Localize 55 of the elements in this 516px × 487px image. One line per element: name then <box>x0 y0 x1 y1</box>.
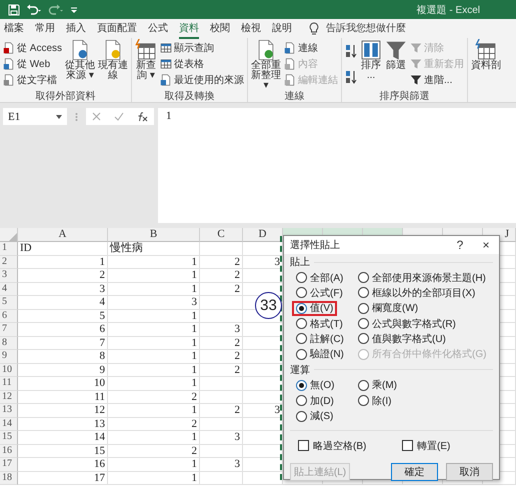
window-title: 複選題 - Excel <box>416 4 480 16</box>
table-cell: 2 <box>108 444 200 458</box>
table-cell: 11 <box>18 390 108 404</box>
table-cell: 1 <box>108 364 200 377</box>
table-cell: 1 <box>108 404 200 418</box>
section-label: 貼上 <box>290 256 310 269</box>
table-cell: 14 <box>18 431 108 444</box>
table-cell: 慢性病 <box>108 242 200 256</box>
table-cell: 7 <box>18 336 108 350</box>
table-cell: 1 <box>108 336 200 350</box>
step-callout: 33 <box>255 292 282 319</box>
table-cell: 1 <box>108 256 200 269</box>
table-cell: 2 <box>18 269 108 282</box>
table-cell: 1 <box>108 472 200 485</box>
table-cell: 6 <box>18 323 108 336</box>
table-cell: 4 <box>18 296 108 310</box>
table-cell: 1 <box>108 269 200 282</box>
table-cell: 2 <box>200 336 243 350</box>
table-cell: 2 <box>108 390 200 404</box>
table-cell: 12 <box>18 404 108 418</box>
table-cell: 1 <box>108 282 200 296</box>
table-cell: 17 <box>18 472 108 485</box>
table-cell: 2 <box>200 350 243 364</box>
table-cell: 3 <box>200 458 243 472</box>
table-cell: 3 <box>200 323 243 336</box>
table-cell: 3 <box>108 296 200 310</box>
table-cell: 2 <box>200 256 243 269</box>
table-cell: 1 <box>108 350 200 364</box>
group-label: 排序與篩選 <box>380 91 430 102</box>
table-cell: 1 <box>108 323 200 336</box>
table-cell: 2 <box>108 418 200 431</box>
table-cell: 3 <box>200 431 243 444</box>
table-cell: 2 <box>200 269 243 282</box>
table-cell: ID <box>18 242 108 256</box>
table-cell: 1 <box>108 310 200 323</box>
table-cell: 1 <box>108 431 200 444</box>
table-cell: 2 <box>200 364 243 377</box>
section-label: 運算 <box>290 364 310 377</box>
table-cell: 1 <box>18 256 108 269</box>
table-cell: 3 <box>18 282 108 296</box>
group-label: 取得外部資料 <box>36 91 96 102</box>
table-cell: 5 <box>18 310 108 323</box>
table-cell: 15 <box>18 444 108 458</box>
table-cell: 2 <box>200 282 243 296</box>
table-cell: 8 <box>18 350 108 364</box>
group-label: 取得及轉換 <box>164 91 215 102</box>
table-cell: 2 <box>200 404 243 418</box>
dialog-title: 選擇性貼上 <box>290 238 341 252</box>
table-cell: 1 <box>108 458 200 472</box>
table-cell: 16 <box>18 458 108 472</box>
table-cell: 9 <box>18 364 108 377</box>
group-label: 連線 <box>284 91 305 102</box>
table-cell: 10 <box>18 377 108 390</box>
table-cell: 1 <box>108 377 200 390</box>
table-cell: 13 <box>18 418 108 431</box>
